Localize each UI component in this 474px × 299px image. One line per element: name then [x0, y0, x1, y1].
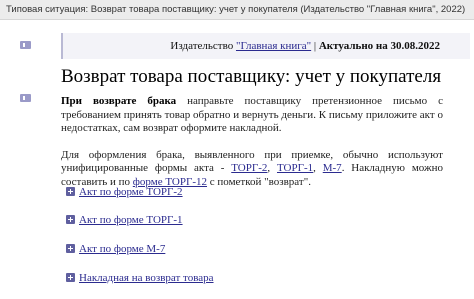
paragraph-forms: Для оформления брака, выявленного при пр…	[61, 149, 443, 190]
attachment-item[interactable]: Акт по форме ТОРГ-2	[66, 184, 326, 200]
paragraph-defect-return: При возврате брака направьте поставщику …	[61, 95, 443, 136]
info-marker-icon[interactable]	[20, 41, 31, 49]
expand-plus-icon[interactable]	[66, 273, 75, 282]
attachment-link[interactable]: Акт по форме М-7	[79, 241, 165, 257]
expand-plus-icon[interactable]	[66, 215, 75, 224]
expand-plus-icon[interactable]	[66, 244, 75, 253]
publisher-info: Издательство "Главная книга" | Актуально…	[61, 33, 470, 59]
attachment-link[interactable]: Накладная на возврат товара	[79, 270, 214, 286]
link-m-7[interactable]: М-7	[323, 162, 342, 174]
link-torg-1[interactable]: ТОРГ-1	[277, 162, 313, 174]
info-marker-icon-2[interactable]	[20, 94, 31, 102]
attachment-link[interactable]: Акт по форме ТОРГ-2	[79, 184, 183, 200]
link-torg-2[interactable]: ТОРГ-2	[231, 162, 267, 174]
text-fragment: ,	[267, 162, 277, 174]
publisher-prefix: Издательство	[170, 40, 236, 52]
attachment-item[interactable]: Акт по форме М-7	[66, 241, 326, 257]
attachment-link[interactable]: Акт по форме ТОРГ-1	[79, 212, 183, 228]
publisher-separator: |	[311, 40, 319, 52]
attachment-item[interactable]: Накладная на возврат товара	[66, 270, 326, 286]
paragraph-lead: При возврате брака	[61, 95, 177, 107]
page-title: Возврат товара поставщику: учет у покупа…	[61, 66, 442, 87]
article-body: Возврат товара поставщику: учет у покупа…	[61, 66, 443, 202]
attachment-item[interactable]: Акт по форме ТОРГ-1	[66, 212, 326, 228]
expand-plus-icon[interactable]	[66, 187, 75, 196]
breadcrumb: Типовая ситуация: Возврат товара поставщ…	[0, 0, 474, 20]
text-fragment: ,	[313, 162, 323, 174]
publisher-link[interactable]: "Главная книга"	[236, 40, 311, 52]
actual-date: Актуально на 30.08.2022	[318, 40, 440, 52]
